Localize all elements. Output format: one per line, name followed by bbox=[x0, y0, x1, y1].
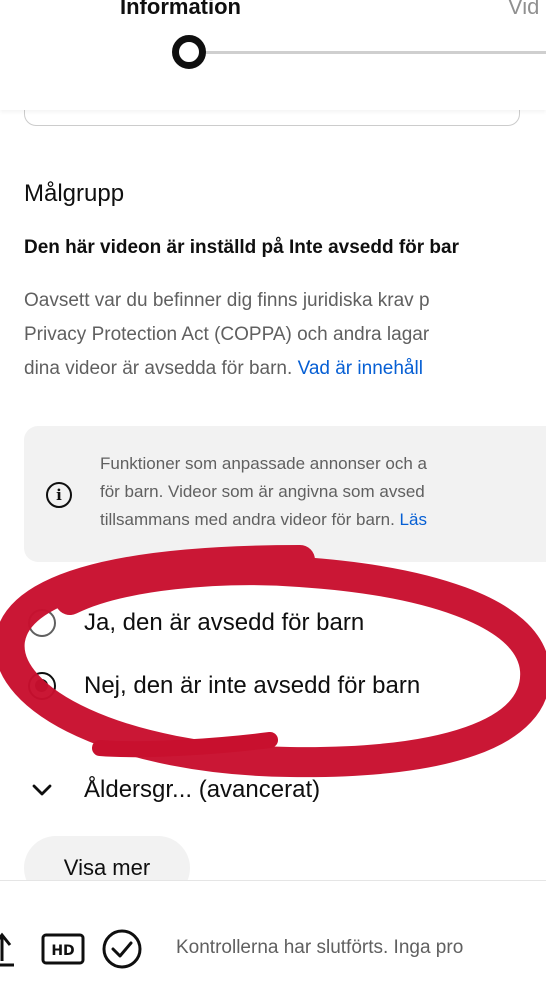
audience-description: Oavsett var du befinner dig finns juridi… bbox=[24, 284, 546, 386]
radio-button-unchecked[interactable] bbox=[28, 609, 56, 637]
upload-icon[interactable] bbox=[0, 929, 22, 969]
svg-text:HD: HD bbox=[51, 943, 74, 959]
read-more-link[interactable]: Läs bbox=[400, 510, 427, 529]
radio-not-made-for-kids[interactable]: Nej, den är inte avsedd för barn bbox=[28, 666, 420, 706]
age-restriction-expander[interactable]: Åldersgr... (avancerat) bbox=[30, 770, 320, 810]
upload-details-page: Information Vid Målgrupp Den här videon … bbox=[0, 0, 546, 994]
info-box-line: tillsammans med andra videor för barn. L… bbox=[100, 506, 427, 534]
step-video-elements-label[interactable]: Vid bbox=[508, 0, 539, 20]
info-box-line: för barn. Videor som är angivna som avse… bbox=[100, 482, 425, 501]
what-is-kids-content-link[interactable]: Vad är innehåll bbox=[298, 358, 423, 379]
stepper-progress-line bbox=[196, 51, 546, 54]
age-restriction-label: Åldersgr... (avancerat) bbox=[84, 776, 321, 803]
radio-label-no: Nej, den är inte avsedd för barn bbox=[84, 672, 421, 699]
radio-made-for-kids[interactable]: Ja, den är avsedd för barn bbox=[28, 603, 364, 643]
audience-heading: Målgrupp bbox=[24, 180, 125, 207]
audience-description-line: Oavsett var du befinner dig finns juridi… bbox=[24, 290, 430, 311]
radio-button-checked[interactable] bbox=[28, 672, 56, 700]
checks-footer: HD Kontrollerna har slutförts. Inga pro bbox=[0, 880, 546, 994]
info-box-text: Funktioner som anpassade annonser och a … bbox=[100, 450, 427, 534]
audience-description-line: dina videor är avsedda för barn. Vad är … bbox=[24, 352, 546, 386]
step-information-label[interactable]: Information bbox=[120, 0, 241, 20]
audience-description-text: dina videor är avsedda för barn. bbox=[24, 358, 298, 379]
radio-label-yes: Ja, den är avsedd för barn bbox=[84, 609, 365, 636]
info-box: i Funktioner som anpassade annonser och … bbox=[24, 426, 546, 562]
info-icon: i bbox=[46, 482, 72, 508]
check-circle-icon[interactable] bbox=[100, 929, 144, 969]
info-box-line: Funktioner som anpassade annonser och a bbox=[100, 454, 427, 473]
stepper-current-step-dot[interactable] bbox=[172, 35, 206, 69]
info-box-text-end: tillsammans med andra videor för barn. bbox=[100, 510, 400, 529]
checks-status-text: Kontrollerna har slutförts. Inga pro bbox=[176, 937, 464, 958]
chevron-down-icon bbox=[32, 784, 52, 796]
audience-setting-text: Den här videon är inställd på Inte avsed… bbox=[24, 237, 459, 258]
upload-stepper: Information Vid bbox=[0, 0, 546, 110]
hd-icon[interactable]: HD bbox=[40, 929, 86, 969]
audience-description-line: Privacy Protection Act (COPPA) och andra… bbox=[24, 324, 430, 345]
